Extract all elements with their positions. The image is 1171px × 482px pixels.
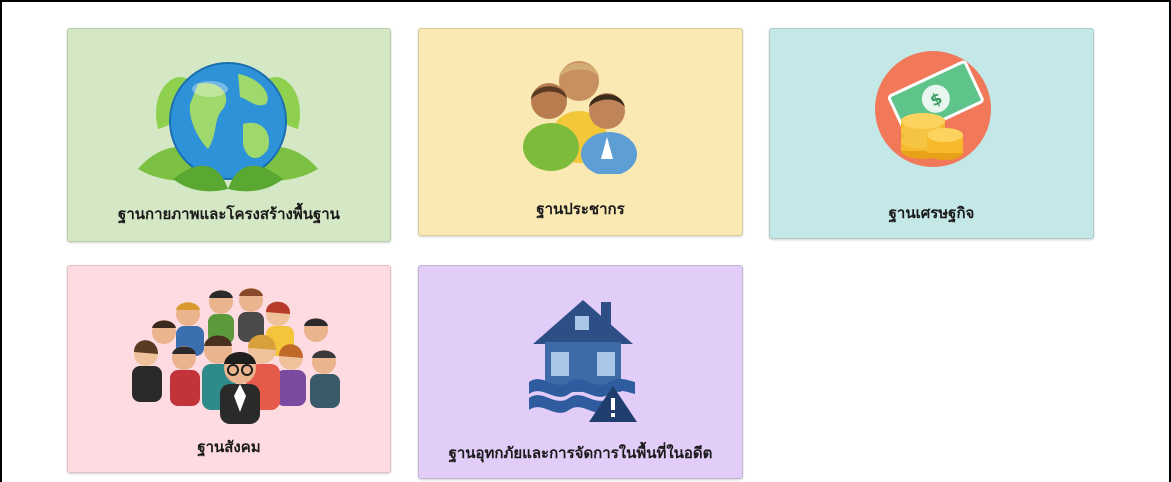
people-group-icon bbox=[523, 61, 637, 174]
money-coins-icon: $ bbox=[875, 51, 991, 167]
globe-leaves-icon bbox=[138, 62, 318, 192]
card-label: ฐานประชากร bbox=[536, 200, 625, 218]
card-physical-infrastructure[interactable]: ฐานกายภาพและโครงสร้างพื้นฐาน bbox=[67, 28, 391, 242]
card-economy[interactable]: $ ฐานเศรษฐกิจ bbox=[769, 28, 1094, 239]
card-society[interactable]: ฐานสังคม bbox=[67, 265, 391, 473]
card-flood-history[interactable]: ฐานอุทกภัยและการจัดการในพื้นที่ในอดีต bbox=[418, 265, 743, 479]
card-population[interactable]: ฐานประชากร bbox=[418, 28, 743, 236]
crowd-icon bbox=[132, 288, 340, 424]
card-label: ฐานกายภาพและโครงสร้างพื้นฐาน bbox=[118, 205, 340, 223]
card-label: ฐานอุทกภัยและการจัดการในพื้นที่ในอดีต bbox=[448, 444, 713, 462]
card-label: ฐานเศรษฐกิจ bbox=[888, 204, 975, 222]
flood-house-icon bbox=[529, 300, 637, 422]
card-label: ฐานสังคม bbox=[197, 438, 261, 456]
